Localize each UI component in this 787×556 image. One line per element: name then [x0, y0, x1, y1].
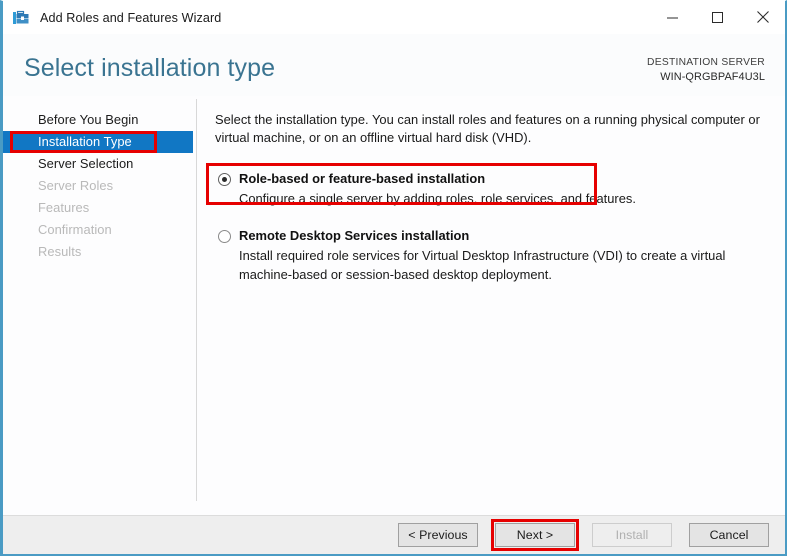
install-button: Install — [592, 523, 672, 547]
radio-remote-desktop-icon[interactable] — [218, 229, 231, 243]
sidebar-item-results: Results — [38, 244, 82, 259]
wizard-window: Add Roles and Features Wizard Select ins… — [0, 0, 787, 556]
roles-features-wizard-icon — [13, 10, 29, 24]
option-remote-desktop-description: Install required role services for Virtu… — [239, 248, 726, 282]
option-role-based-description: Configure a single server by adding role… — [239, 191, 636, 207]
maximize-icon[interactable] — [695, 1, 740, 33]
minimize-icon[interactable] — [650, 1, 695, 33]
page-header: Select installation type DESTINATION SER… — [3, 34, 785, 96]
option-role-based-installation[interactable]: Role-based or feature-based installation… — [206, 162, 767, 215]
window-title: Add Roles and Features Wizard — [40, 10, 222, 25]
title-bar: Add Roles and Features Wizard — [3, 1, 785, 34]
page-title: Select installation type — [24, 54, 276, 82]
intro-text: Select the installation type. You can in… — [215, 112, 760, 146]
sidebar-item-installation-type[interactable]: Installation Type — [3, 131, 193, 153]
cancel-button[interactable]: Cancel — [689, 523, 769, 547]
previous-button[interactable]: < Previous — [398, 523, 478, 547]
sidebar-item-server-selection[interactable]: Server Selection — [3, 153, 193, 175]
sidebar-item-before-you-begin[interactable]: Before You Begin — [3, 109, 193, 131]
sidebar-item-confirmation: Confirmation — [38, 222, 112, 237]
window-controls — [650, 1, 785, 33]
main-content: Select the installation type. You can in… — [197, 96, 785, 515]
sidebar-item-server-roles: Server Roles — [38, 178, 114, 193]
destination-server-name: WIN-QRGBPAF4U3L — [660, 70, 765, 83]
destination-server-label: DESTINATION SERVER — [647, 57, 765, 68]
sidebar-item-features: Features — [38, 200, 90, 215]
wizard-footer: < Previous Next > Install Cancel — [3, 515, 785, 554]
next-button[interactable]: Next > — [491, 519, 579, 551]
radio-role-based-icon[interactable] — [218, 172, 231, 186]
option-remote-desktop-services[interactable]: Remote Desktop Services installation Ins… — [215, 227, 767, 284]
option-remote-desktop-title: Remote Desktop Services installation — [239, 227, 470, 243]
wizard-body: Before You Begin Installation Type Serve… — [3, 96, 785, 515]
wizard-navigation: Before You Begin Installation Type Serve… — [3, 96, 193, 515]
option-role-based-title: Role-based or feature-based installation — [239, 170, 486, 186]
destination-server-block: DESTINATION SERVER WIN-QRGBPAF4U3L — [647, 56, 765, 84]
close-icon[interactable] — [740, 1, 785, 33]
